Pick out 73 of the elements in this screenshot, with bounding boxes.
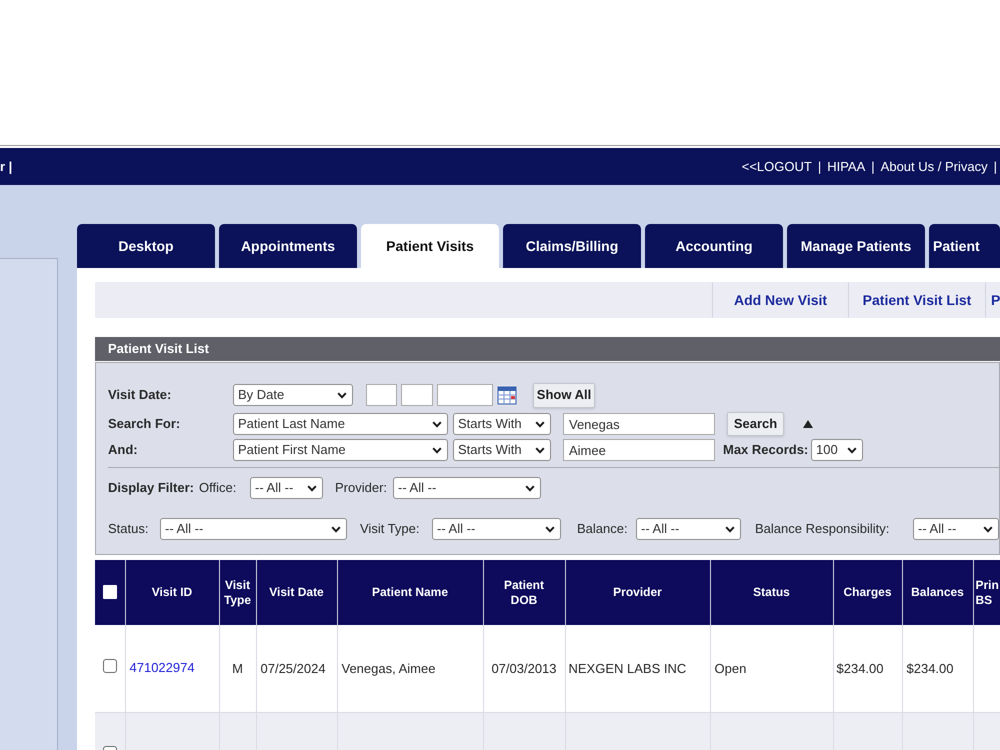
dropdown[interactable]: -- All -- xyxy=(250,477,323,499)
field-label: Provider: xyxy=(335,479,388,498)
date-field[interactable] xyxy=(401,384,433,406)
tab[interactable]: Patient Visits xyxy=(361,224,499,268)
field-label: Max Records: xyxy=(723,441,810,460)
dropdown[interactable]: By Date xyxy=(233,384,353,406)
dropdown[interactable]: -- All -- xyxy=(913,518,999,540)
dropdown[interactable]: -- All -- xyxy=(393,477,541,499)
field-label: Visit Type: xyxy=(360,520,420,538)
chevron-down-icon xyxy=(432,420,442,428)
triangle-up-icon[interactable] xyxy=(803,420,813,428)
dropdown[interactable]: -- All -- xyxy=(636,518,741,540)
table-cell: $234.00 xyxy=(833,625,902,712)
chevron-down-icon xyxy=(331,526,341,532)
subnav-link[interactable]: Patient Visit List xyxy=(848,282,985,318)
chevron-down-icon xyxy=(432,446,442,454)
chevron-down-icon xyxy=(847,446,857,454)
table-cell: NEXGEN LABS INC xyxy=(565,625,710,712)
chevron-down-icon xyxy=(535,420,545,428)
field-label: Balance: xyxy=(577,520,629,538)
tab[interactable]: Patient xyxy=(929,224,1000,268)
dropdown[interactable]: Starts With xyxy=(453,413,551,435)
field-label: Office: xyxy=(199,479,238,498)
header-link[interactable]: <<LOGOUT xyxy=(742,156,812,176)
dropdown[interactable]: Starts With xyxy=(453,439,551,461)
chevron-down-icon xyxy=(307,484,317,492)
link-separator: | xyxy=(818,158,822,176)
field-label: Search For: xyxy=(108,415,182,434)
row-checkbox[interactable] xyxy=(102,658,117,673)
tab[interactable]: Appointments xyxy=(219,224,357,268)
date-field[interactable] xyxy=(437,384,493,406)
field-label: Balance Responsibility: xyxy=(755,520,890,538)
subnav-link[interactable]: Add New Visit xyxy=(712,282,848,318)
chevron-down-icon xyxy=(337,392,347,398)
tab[interactable]: Accounting xyxy=(645,224,783,268)
table-cell: Venegas, Aimee xyxy=(337,625,483,712)
search-button[interactable]: Search xyxy=(727,412,784,436)
table-cell: 07/03/2013 xyxy=(483,625,565,712)
dropdown[interactable]: -- All -- xyxy=(432,518,561,540)
link-separator: | xyxy=(994,158,997,176)
tab[interactable]: Manage Patients xyxy=(787,224,925,268)
chevron-down-icon xyxy=(983,526,993,532)
table-cell: $234.00 xyxy=(902,625,973,712)
header-link[interactable]: About Us / Privacy xyxy=(880,156,988,176)
chevron-down-icon xyxy=(535,446,545,454)
header-link[interactable]: HIPAA xyxy=(827,156,866,176)
field-label: Status: xyxy=(108,520,150,538)
dropdown[interactable]: -- All -- xyxy=(160,518,347,540)
chevron-down-icon xyxy=(525,484,535,492)
show-all-button[interactable]: Show All xyxy=(533,382,595,408)
subnav-link[interactable]: P xyxy=(985,282,1000,318)
table-cell: Open xyxy=(710,625,833,712)
dropdown[interactable]: Patient First Name xyxy=(233,439,448,461)
link-separator: | xyxy=(871,158,875,176)
text-field[interactable]: Aimee xyxy=(563,439,715,461)
table-cell: 07/25/2024 xyxy=(256,625,337,712)
header-text: r | xyxy=(0,158,12,176)
field-label: And: xyxy=(108,441,139,460)
dropdown[interactable]: Patient Last Name xyxy=(233,413,448,435)
dropdown[interactable]: 100 xyxy=(811,439,863,461)
section-header: Patient Visit List xyxy=(95,337,1000,362)
chevron-down-icon xyxy=(725,526,735,532)
tab[interactable]: Claims/Billing xyxy=(503,224,641,268)
date-field[interactable] xyxy=(366,384,397,406)
table-cell: M xyxy=(219,625,256,712)
calendar-icon[interactable] xyxy=(497,385,517,405)
tab[interactable]: Desktop xyxy=(77,224,215,268)
visit-id-link[interactable]: 471022974 xyxy=(130,660,195,676)
field-label: Visit Date: xyxy=(108,386,172,404)
chevron-down-icon xyxy=(545,526,555,532)
text-field[interactable]: Venegas xyxy=(563,413,715,435)
field-label: Display Filter: xyxy=(108,479,195,498)
select-all-checkbox[interactable] xyxy=(102,585,117,600)
